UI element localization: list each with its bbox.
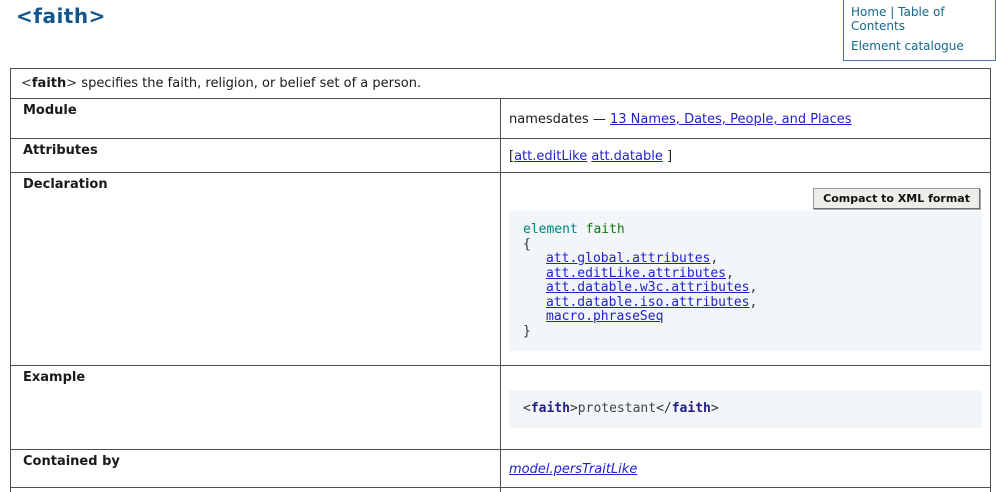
description-tag-name: faith <box>32 76 66 91</box>
declaration-link-att-datable-iso[interactable]: att.datable.iso.attributes <box>546 295 750 310</box>
next-row-label-cell <box>11 488 501 492</box>
code-comma: , <box>750 295 758 310</box>
attributes-row-value: [att.editLike att.datable ] <box>501 139 991 173</box>
contained-by-row-label: Contained by <box>11 450 501 488</box>
declaration-link-macro-phraseseq[interactable]: macro.phraseSeq <box>546 309 663 324</box>
example-row-label: Example <box>11 366 501 450</box>
nav-box: Home | Table of Contents Element catalog… <box>843 0 996 61</box>
example-content-text: protestant <box>578 401 656 416</box>
attribute-class-link-editlike[interactable]: att.editLike <box>514 149 587 164</box>
contained-by-row: Contained by model.persTraitLike <box>11 450 991 488</box>
module-chapter-link[interactable]: 13 Names, Dates, People, and Places <box>610 112 852 127</box>
code-line-link: att.datable.w3c.attributes, <box>523 281 968 296</box>
example-row-value: <faith>protestant</faith> <box>501 366 991 450</box>
page-title: <faith> <box>16 4 106 28</box>
nav-line-secondary: Element catalogue <box>851 39 988 53</box>
code-line-link: att.editLike.attributes, <box>523 267 968 282</box>
module-row-label: Module <box>11 99 501 139</box>
next-row-partial <box>11 488 991 492</box>
example-open-delim-end: > <box>570 401 578 416</box>
declaration-row-value: Compact to XML format element faith { at… <box>501 173 991 366</box>
code-comma: , <box>726 266 734 281</box>
next-row-value-cell <box>501 488 991 492</box>
example-row: Example <faith>protestant</faith> <box>11 366 991 450</box>
contained-by-model-link[interactable]: model.persTraitLike <box>509 462 637 477</box>
module-row: Module namesdates — 13 Names, Dates, Peo… <box>11 99 991 139</box>
attributes-bracket-close: ] <box>667 149 672 164</box>
description-tag-close: > <box>66 76 77 91</box>
declaration-toolbar: Compact to XML format <box>501 188 980 209</box>
declaration-row: Declaration Compact to XML format elemen… <box>11 173 991 366</box>
compact-to-xml-button[interactable]: Compact to XML format <box>813 188 980 209</box>
code-keyword-element: element <box>523 222 578 237</box>
example-open-delim: < <box>523 401 531 416</box>
description-row: <faith> specifies the faith, religion, o… <box>11 69 991 99</box>
attribute-class-link-datable[interactable]: att.datable <box>591 149 662 164</box>
attributes-row: Attributes [att.editLike att.datable ] <box>11 139 991 173</box>
contained-by-row-value: model.persTraitLike <box>501 450 991 488</box>
description-cell: <faith> specifies the faith, religion, o… <box>11 69 991 99</box>
nav-separator: | <box>890 5 894 19</box>
code-brace-close: } <box>523 325 968 340</box>
code-brace-open: { <box>523 238 968 253</box>
code-line-link: att.datable.iso.attributes, <box>523 296 968 311</box>
declaration-code-block: element faith { att.global.attributes, a… <box>509 211 982 351</box>
element-spec-table: <faith> specifies the faith, religion, o… <box>10 68 991 492</box>
declaration-row-label: Declaration <box>11 173 501 366</box>
code-line-element: element faith <box>523 223 968 238</box>
code-element-name: faith <box>586 222 625 237</box>
code-line-link: macro.phraseSeq <box>523 310 968 325</box>
description-text: specifies the faith, religion, or belief… <box>77 76 421 91</box>
code-comma: , <box>750 280 758 295</box>
module-row-value: namesdates — 13 Names, Dates, People, an… <box>501 99 991 139</box>
declaration-link-att-global[interactable]: att.global.attributes <box>546 251 710 266</box>
example-close-tag-name: faith <box>672 401 711 416</box>
code-line-link: att.global.attributes, <box>523 252 968 267</box>
example-close-delim: </ <box>656 401 672 416</box>
attributes-row-label: Attributes <box>11 139 501 173</box>
example-code-block: <faith>protestant</faith> <box>509 390 982 428</box>
declaration-link-att-datable-w3c[interactable]: att.datable.w3c.attributes <box>546 280 750 295</box>
example-open-tag-name: faith <box>531 401 570 416</box>
nav-line-primary: Home | Table of Contents <box>851 5 988 33</box>
element-reference-page: <faith> Home | Table of Contents Element… <box>0 0 996 492</box>
module-name-text: namesdates — <box>509 112 606 127</box>
code-comma: , <box>710 251 718 266</box>
example-close-delim-end: > <box>711 401 719 416</box>
declaration-link-att-editlike[interactable]: att.editLike.attributes <box>546 266 726 281</box>
nav-home-link[interactable]: Home <box>851 5 886 19</box>
description-tag-open: < <box>21 76 32 91</box>
nav-element-catalogue-link[interactable]: Element catalogue <box>851 39 964 53</box>
